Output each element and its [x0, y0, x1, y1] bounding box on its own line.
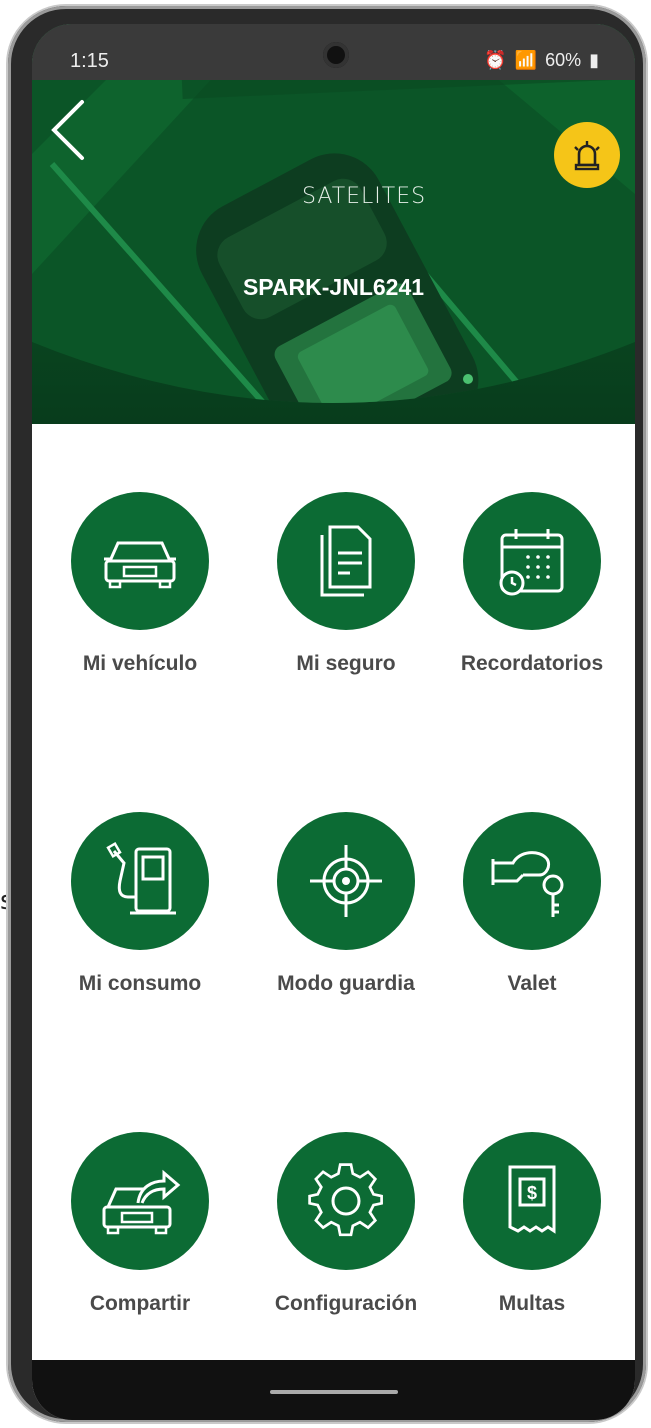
menu-icon-circle [277, 492, 415, 630]
menu-label: Compartir [89, 1292, 191, 1315]
menu-icon-circle [277, 1132, 415, 1270]
back-button[interactable] [48, 98, 88, 162]
menu-icon-circle [463, 492, 601, 630]
menu-item-multas[interactable]: $ Multas [437, 1132, 627, 1316]
phone-frame: 1:15 ⏰ 📶 60% ▮ SATELITES SPARK-JNL6241 M… [8, 6, 646, 1422]
menu-label: Configuración [274, 1292, 418, 1315]
app-screen: 1:15 ⏰ 📶 60% ▮ SATELITES SPARK-JNL6241 M… [32, 24, 635, 1420]
menu-icon-circle [71, 1132, 209, 1270]
menu-icon-circle: $ [463, 1132, 601, 1270]
svg-text:$: $ [527, 1183, 537, 1203]
status-bar: 1:15 ⏰ 📶 60% ▮ [32, 24, 635, 80]
menu-label: Mi seguro [296, 652, 396, 675]
menu-label: Modo guardia [277, 972, 415, 995]
menu-item-compartir[interactable]: Compartir [45, 1132, 235, 1316]
vehicle-name: SPARK-JNL6241 [242, 274, 425, 300]
menu-label: Mi vehículo [82, 652, 198, 675]
menu-item-mi-consumo[interactable]: Mi consumo [45, 812, 235, 996]
alarm-icon: ⏰ [484, 50, 507, 70]
gear-icon [308, 1163, 383, 1237]
car-icon [104, 541, 176, 589]
home-gesture-bar[interactable] [270, 1390, 398, 1394]
status-icons: ⏰ 📶 60% ▮ [484, 50, 599, 71]
status-time: 1:15 [70, 50, 109, 72]
hand-key-icon [491, 851, 564, 917]
menu-label: Valet [507, 972, 557, 995]
crosshair-icon [310, 845, 382, 917]
alarm-bell-icon [574, 141, 600, 171]
menu-icon-circle [71, 812, 209, 950]
fuel-pump-icon [106, 841, 176, 915]
car-share-icon [102, 1169, 181, 1235]
menu-item-mi-seguro[interactable]: Mi seguro [251, 492, 441, 676]
menu-label: Multas [498, 1292, 566, 1315]
menu-item-configuracion[interactable]: Configuración [251, 1132, 441, 1316]
menu-icon-circle [71, 492, 209, 630]
menu-label: Mi consumo [78, 972, 202, 995]
battery-level: 60% [545, 50, 582, 70]
front-camera [323, 42, 349, 68]
menu-icon-circle [463, 812, 601, 950]
menu-item-mi-vehiculo[interactable]: Mi vehículo [45, 492, 235, 676]
hero-car-image [32, 24, 635, 403]
menu-label: Recordatorios [460, 652, 604, 675]
menu-item-modo-guardia[interactable]: Modo guardia [251, 812, 441, 996]
chevron-left-icon [51, 100, 84, 160]
document-icon [320, 525, 372, 597]
alarm-bell-button[interactable] [554, 122, 620, 188]
menu-icon-circle [277, 812, 415, 950]
receipt-icon: $ [508, 1165, 556, 1234]
menu-item-recordatorios[interactable]: Recordatorios [437, 492, 627, 676]
calendar-clock-icon [499, 529, 564, 596]
signal-icon: 📶 [514, 50, 538, 70]
brand-logo: SATELITES [302, 184, 427, 209]
hero-header: 1:15 ⏰ 📶 60% ▮ SATELITES SPARK-JNL6241 [32, 24, 635, 424]
battery-icon: ▮ [589, 50, 599, 70]
menu-item-valet[interactable]: Valet [437, 812, 627, 996]
